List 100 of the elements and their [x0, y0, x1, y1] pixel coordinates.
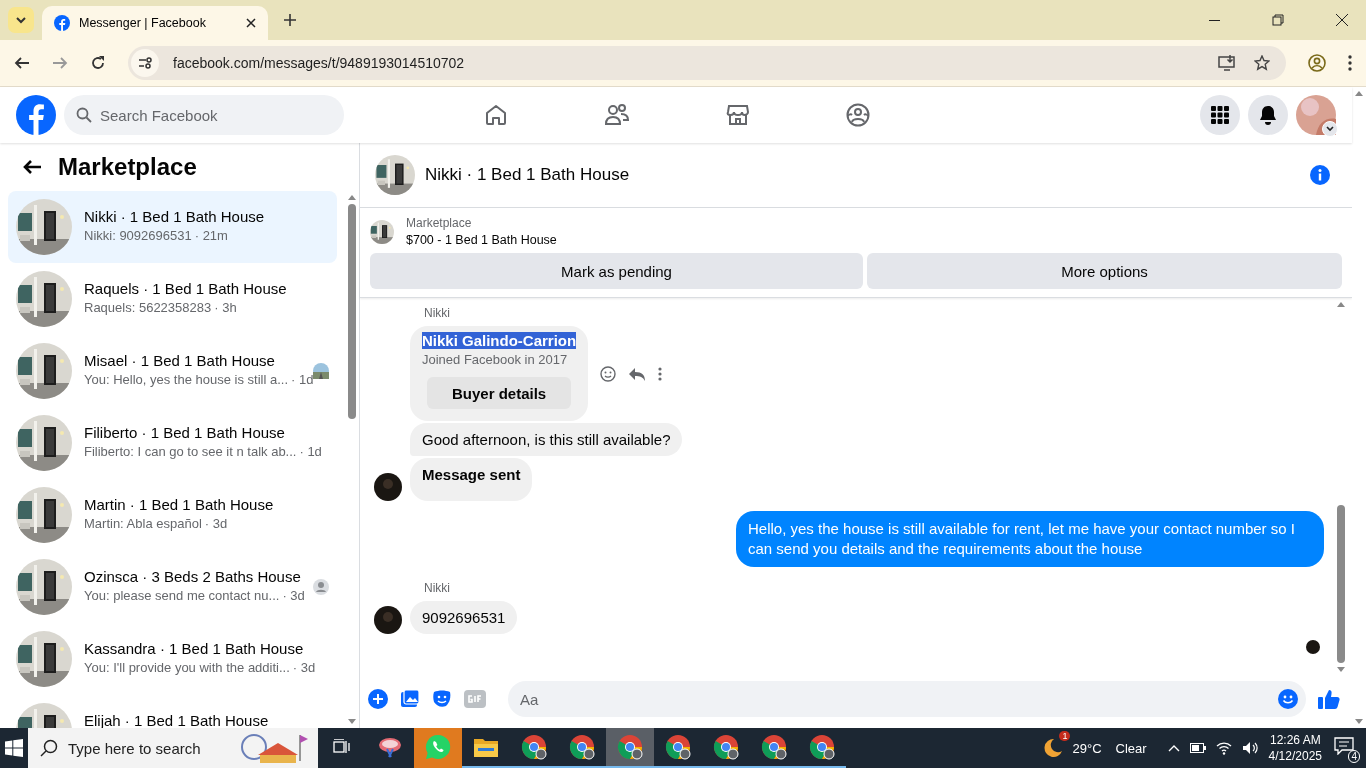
site-settings-icon[interactable]: [131, 49, 159, 77]
listing-title: $700 - 1 Bed 1 Bath House: [406, 233, 557, 247]
notifications-button[interactable]: [1248, 95, 1288, 135]
friends-icon[interactable]: [604, 103, 630, 127]
scroll-up-icon[interactable]: [1355, 90, 1363, 96]
clock-time[interactable]: 12:26 AM: [1269, 732, 1321, 748]
groups-icon[interactable]: [846, 103, 870, 127]
volume-icon[interactable]: [1241, 741, 1258, 755]
conversation-item[interactable]: Ozinsca · 3 Beds 2 Baths House You: please send me contact nu... · 3d: [8, 551, 337, 623]
search-field[interactable]: Search Facebook: [64, 95, 344, 135]
sender-name: Nikki: [424, 305, 451, 322]
forward-icon[interactable]: [52, 55, 68, 71]
conversation-title: Nikki · 1 Bed 1 Bath House: [84, 208, 266, 225]
seen-avatar: [1306, 640, 1320, 654]
message-field[interactable]: Aa: [508, 681, 1306, 717]
buyer-name: Nikki Galindo-Carrion: [422, 332, 577, 349]
tab-search-button[interactable]: [8, 7, 34, 33]
reload-icon[interactable]: [90, 55, 106, 71]
back-icon[interactable]: [14, 55, 30, 71]
conversation-preview: Filiberto: I can go to see it n talk ab...: [84, 444, 297, 459]
battery-icon[interactable]: [1189, 743, 1206, 753]
close-icon[interactable]: [1336, 14, 1348, 26]
emoji-icon[interactable]: [600, 365, 617, 382]
scroll-down-icon[interactable]: [1355, 719, 1363, 725]
plus-icon[interactable]: [368, 689, 388, 709]
home-icon[interactable]: [484, 103, 508, 127]
conversation-item[interactable]: Kassandra · 1 Bed 1 Bath House You: I'll provide you with the additi... · 3d: [8, 623, 337, 695]
conversation-title: Ozinsca · 3 Beds 2 Baths House: [84, 568, 301, 585]
account-menu-button[interactable]: [1322, 121, 1338, 137]
conversation-title: Filiberto · 1 Bed 1 Bath House: [84, 424, 286, 441]
emoji-icon[interactable]: [1278, 689, 1298, 709]
scrollbar-thumb[interactable]: [348, 204, 356, 419]
seen-avatar: [313, 363, 329, 379]
menu-icon[interactable]: [1348, 55, 1352, 71]
message-bubble: Hello, yes the house is still available for rent, let me have your contact number so I can send you details and the requirements about the house: [736, 511, 1324, 567]
restore-icon[interactable]: [1272, 14, 1284, 26]
scroll-down-icon[interactable]: [1337, 667, 1345, 673]
sender-name: Nikki: [424, 580, 451, 597]
folder-icon: [474, 737, 498, 757]
scroll-down-icon[interactable]: [348, 719, 356, 725]
message-bubble: Good afternoon, is this still available?: [410, 423, 683, 456]
clock-date[interactable]: 4/12/2025: [1268, 748, 1322, 764]
browser-icon: [809, 734, 835, 760]
scroll-up-icon[interactable]: [1337, 301, 1345, 307]
windows-start-icon[interactable]: [5, 739, 23, 757]
browser-icon: [713, 734, 739, 760]
thumbs-up-icon[interactable]: [1318, 689, 1340, 709]
browser-icon: [761, 734, 787, 760]
listing-button[interactable]: Mark as pending: [370, 253, 863, 289]
close-icon[interactable]: [246, 18, 256, 28]
wifi-icon[interactable]: [1215, 741, 1232, 755]
marketplace-icon[interactable]: [726, 103, 750, 127]
new-tab-icon[interactable]: [284, 14, 296, 26]
url-text: facebook.com/messages/t/9489193014510702: [173, 55, 465, 71]
chevron-up-icon[interactable]: [1167, 744, 1180, 752]
menu-button[interactable]: [1200, 95, 1240, 135]
chat-title: Nikki · 1 Bed 1 Bath House: [425, 165, 630, 185]
conversation-title: Raquels · 1 Bed 1 Bath House: [84, 280, 288, 297]
temperature: 29°C: [1072, 740, 1102, 756]
conversation-preview: You: Hello, yes the house is still a...: [84, 372, 289, 387]
conversation-item[interactable]: Filiberto · 1 Bed 1 Bath House Filiberto: I can go to see it n talk ab... · 1d: [8, 407, 337, 479]
conversation-preview: Nikki: 9092696531: [84, 228, 192, 243]
listing-button[interactable]: More options: [867, 253, 1342, 289]
conversation-time: · 3d: [204, 516, 228, 531]
buyer-details-button[interactable]: Buyer details: [427, 377, 572, 409]
install-app-icon[interactable]: [1218, 55, 1236, 71]
profile-icon[interactable]: [1308, 54, 1326, 72]
snip-tool-icon: [377, 735, 403, 759]
conversation-title: Martin · 1 Bed 1 Bath House: [84, 496, 275, 513]
weather-condition: Clear: [1115, 740, 1147, 756]
chevron-down-icon: [1326, 126, 1334, 132]
sticker-icon[interactable]: [432, 689, 452, 709]
conversation-time: · 1d: [291, 372, 314, 387]
browser-tab[interactable]: Messenger | Facebook: [42, 6, 268, 40]
info-icon[interactable]: [1310, 165, 1330, 185]
scrollbar-thumb[interactable]: [1337, 504, 1345, 663]
bell-icon: [1258, 105, 1278, 125]
star-icon[interactable]: [1254, 55, 1270, 71]
more-icon[interactable]: [658, 366, 663, 381]
search-icon: [40, 739, 58, 757]
conversation-item[interactable]: Nikki · 1 Bed 1 Bath House Nikki: 9092696531 · 21m: [8, 191, 337, 263]
facebook-icon: [54, 15, 70, 31]
browser-icon: [617, 734, 643, 760]
conversation-item[interactable]: Martin · 1 Bed 1 Bath House Martin: Abla español · 3d: [8, 479, 337, 551]
back-icon[interactable]: [22, 159, 42, 175]
address-bar[interactable]: facebook.com/messages/t/9489193014510702: [128, 46, 1286, 80]
search-icon: [76, 107, 92, 123]
image-icon[interactable]: [400, 689, 420, 709]
scroll-up-icon[interactable]: [348, 194, 356, 200]
conversation-preview: Raquels: 5622358283: [84, 300, 212, 315]
message-bubble: 9092696531: [410, 601, 518, 634]
conversation-time: · 3h: [214, 300, 237, 315]
conversation-item[interactable]: Misael · 1 Bed 1 Bath House You: Hello, yes the house is still a... · 1d: [8, 335, 337, 407]
browser-icon: [665, 734, 691, 760]
conversation-time: · 3d: [282, 588, 305, 603]
facebook-logo[interactable]: [16, 95, 56, 135]
buyer-joined: Joined Facebook in 2017: [422, 352, 568, 367]
browser-icon: [521, 734, 547, 760]
chat-bubble-icon: [425, 734, 451, 760]
conversation-item[interactable]: Raquels · 1 Bed 1 Bath House Raquels: 5622358283 · 3h: [8, 263, 337, 335]
